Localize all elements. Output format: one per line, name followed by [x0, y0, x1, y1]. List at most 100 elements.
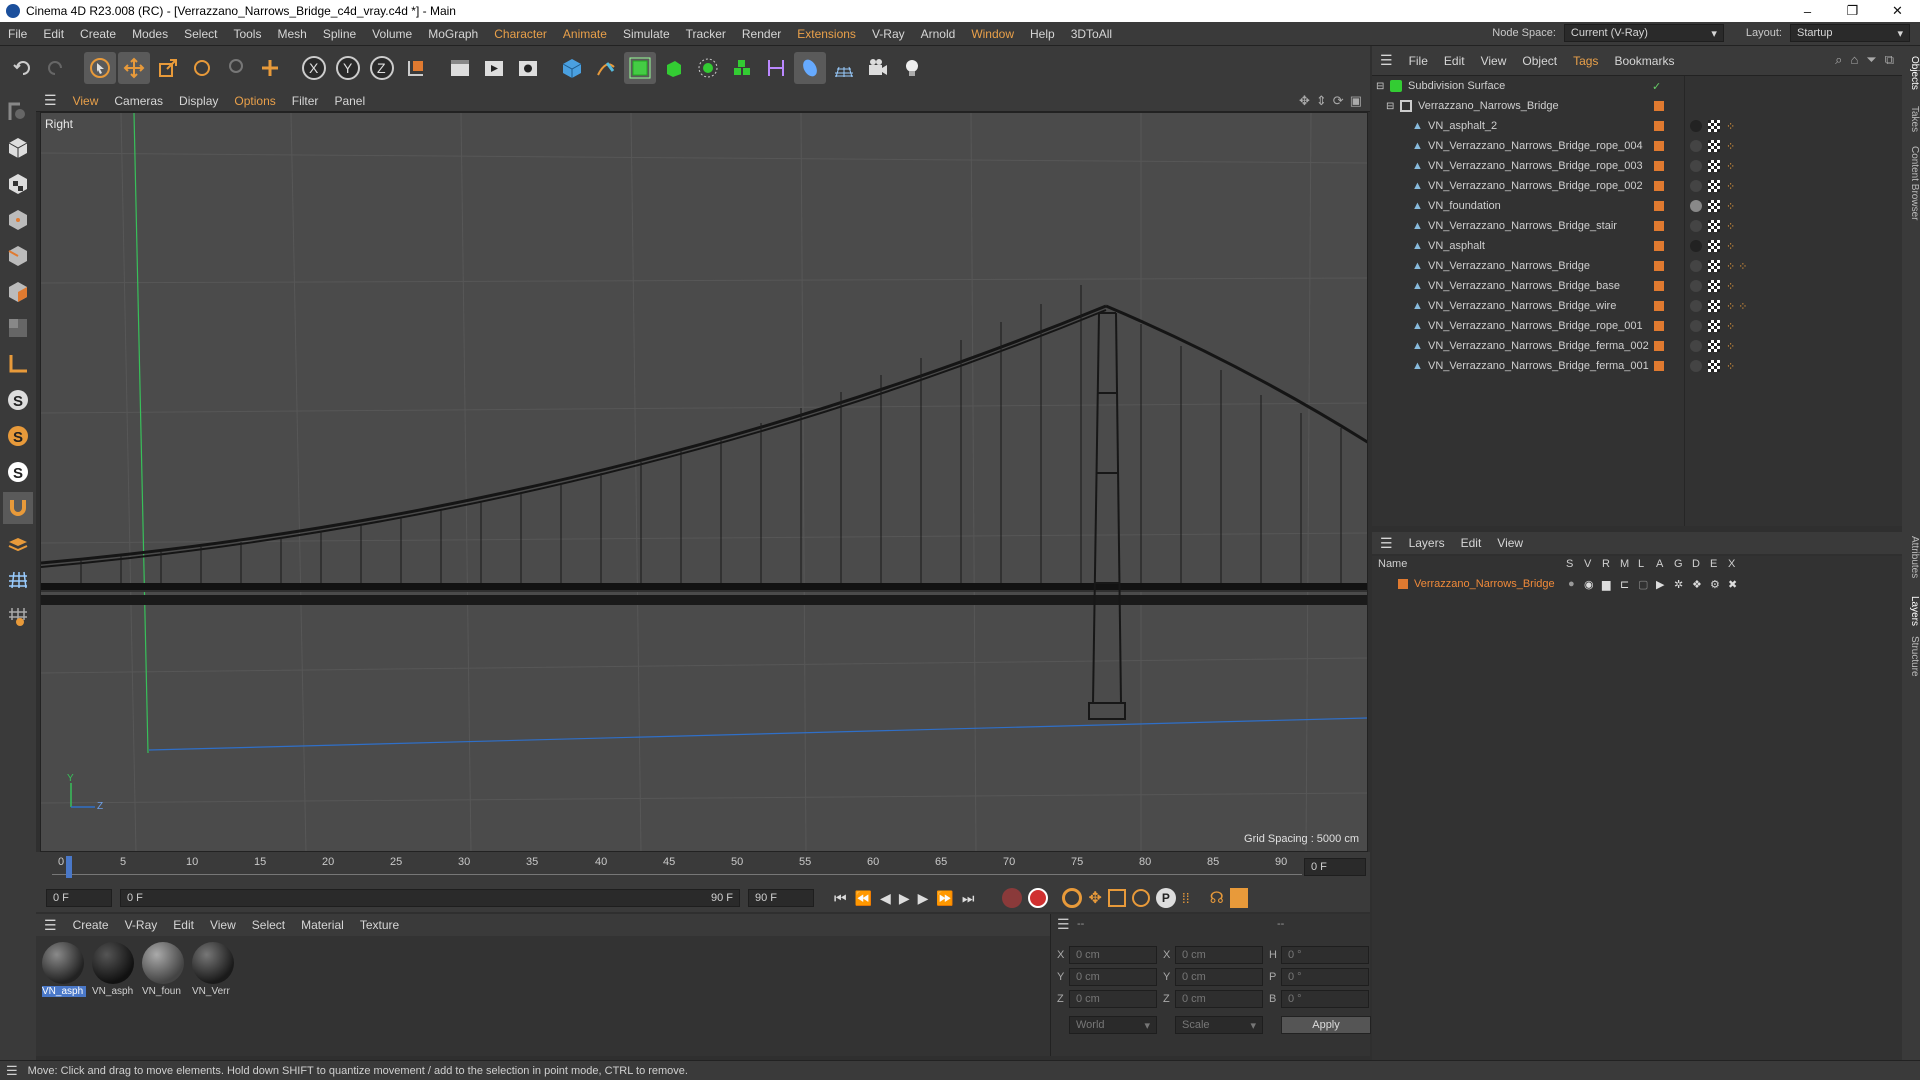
- layer-color-swatch[interactable]: [1654, 361, 1664, 371]
- coordinate-system-button[interactable]: [400, 52, 432, 84]
- rotate-tool-button[interactable]: [186, 52, 218, 84]
- node-space-dropdown[interactable]: Current (V-Ray) ▾: [1563, 24, 1724, 42]
- layer-solo-icon[interactable]: ●: [1568, 578, 1575, 590]
- side-tab-layers[interactable]: Layers: [1902, 596, 1920, 626]
- autokey-icon[interactable]: [1028, 888, 1049, 908]
- layer-color-swatch[interactable]: [1654, 241, 1664, 251]
- material-tag-icon[interactable]: [1690, 280, 1702, 292]
- menu-help[interactable]: Help: [1022, 27, 1063, 41]
- vray-tag-icon[interactable]: ⁘ ⁘: [1726, 260, 1748, 273]
- layer-color-swatch[interactable]: [1654, 321, 1664, 331]
- add-tool-button[interactable]: [254, 52, 286, 84]
- vray-tag-icon[interactable]: ⁘: [1726, 220, 1735, 233]
- viewport-menu-filter[interactable]: Filter: [284, 94, 327, 108]
- vray-tag-icon[interactable]: ⁘: [1726, 240, 1735, 253]
- scale-z-field[interactable]: 0 cm: [1175, 990, 1263, 1008]
- object-row-group[interactable]: ⊟ Verrazzano_Narrows_Bridge: [1372, 96, 1902, 116]
- layer-menu-layers[interactable]: Layers: [1401, 536, 1453, 550]
- apply-button[interactable]: Apply: [1281, 1016, 1371, 1034]
- layer-color-swatch[interactable]: [1654, 281, 1664, 291]
- menu-simulate[interactable]: Simulate: [615, 27, 678, 41]
- layer-xref-icon[interactable]: ✖: [1728, 578, 1737, 591]
- texture-mode-button[interactable]: [3, 168, 33, 200]
- object-row[interactable]: ▲ VN_Verrazzano_Narrows_Bridge_rope_002 ⁘: [1372, 176, 1902, 196]
- max-frame-field[interactable]: 90 F: [748, 889, 814, 907]
- rotation-p-field[interactable]: 0 °: [1281, 968, 1369, 986]
- layer-expressions-icon[interactable]: ⚙: [1710, 578, 1720, 591]
- object-menu-view[interactable]: View: [1473, 54, 1515, 68]
- redo-button[interactable]: [40, 52, 72, 84]
- menu-tools[interactable]: Tools: [225, 27, 269, 41]
- layout-dropdown[interactable]: Startup ▾: [1790, 24, 1910, 42]
- undo-button[interactable]: [6, 52, 38, 84]
- minimize-button[interactable]: –: [1785, 0, 1830, 22]
- material-menu-select[interactable]: Select: [244, 918, 293, 932]
- material-menu-create[interactable]: Create: [65, 918, 117, 932]
- menu-tracker[interactable]: Tracker: [678, 27, 734, 41]
- extrude-button[interactable]: [658, 52, 690, 84]
- record-keys-icon[interactable]: [1002, 888, 1023, 908]
- menu-3dtoall[interactable]: 3DToAll: [1063, 27, 1120, 41]
- material-menu-edit[interactable]: Edit: [165, 918, 202, 932]
- menu-select[interactable]: Select: [176, 27, 225, 41]
- menu-window[interactable]: Window: [963, 27, 1022, 41]
- vray-tag-icon[interactable]: ⁘: [1726, 280, 1735, 293]
- position-y-field[interactable]: 0 cm: [1069, 968, 1157, 986]
- material-tag-icon[interactable]: [1690, 160, 1702, 172]
- layer-color-swatch[interactable]: [1654, 301, 1664, 311]
- new-window-icon[interactable]: ⧉: [1885, 52, 1894, 68]
- coordinate-space-dropdown[interactable]: World ▾: [1069, 1016, 1157, 1034]
- texture-tag-icon[interactable]: [1708, 320, 1720, 332]
- close-button[interactable]: ✕: [1875, 0, 1920, 22]
- material-swatch[interactable]: VN_asph: [92, 942, 136, 997]
- key-parameter-icon[interactable]: P: [1155, 888, 1176, 908]
- render-region-button[interactable]: [444, 52, 476, 84]
- edges-mode-button[interactable]: [3, 240, 33, 272]
- render-view-button[interactable]: [478, 52, 510, 84]
- texture-tag-icon[interactable]: [1708, 200, 1720, 212]
- object-row[interactable]: ▲ VN_foundation ⁘: [1372, 196, 1902, 216]
- layer-menu-edit[interactable]: Edit: [1453, 536, 1490, 550]
- grid-button[interactable]: [3, 564, 33, 596]
- scale-tool-button[interactable]: [152, 52, 184, 84]
- vray-tag-icon[interactable]: ⁘ ⁘: [1726, 300, 1748, 313]
- vray-tag-icon[interactable]: ⁘: [1726, 180, 1735, 193]
- viewport-menu-cameras[interactable]: Cameras: [106, 94, 171, 108]
- workplane-button[interactable]: [3, 348, 33, 380]
- object-menu-object[interactable]: Object: [1514, 54, 1565, 68]
- viewport-zoom-icon[interactable]: ⇕: [1316, 93, 1327, 109]
- hamburger-icon[interactable]: ☰: [6, 1063, 18, 1079]
- polygons-mode-button[interactable]: [3, 276, 33, 308]
- menu-character[interactable]: Character: [486, 27, 555, 41]
- layer-color-swatch[interactable]: [1654, 101, 1664, 111]
- play-icon[interactable]: ▶: [899, 890, 910, 907]
- layer-color-swatch[interactable]: [1654, 181, 1664, 191]
- hamburger-icon[interactable]: ☰: [1372, 52, 1401, 69]
- next-key-icon[interactable]: ⏩: [936, 890, 953, 907]
- material-menu-view[interactable]: View: [202, 918, 244, 932]
- key-rotation-icon[interactable]: [1131, 889, 1150, 907]
- vray-tag-icon[interactable]: ⁘: [1726, 320, 1735, 333]
- live-selection-button[interactable]: [220, 52, 252, 84]
- texture-tag-icon[interactable]: [1708, 360, 1720, 372]
- vray-tag-icon[interactable]: ⁘: [1726, 360, 1735, 373]
- object-row[interactable]: ▲ VN_Verrazzano_Narrows_Bridge_rope_001 ⁘: [1372, 316, 1902, 336]
- hamburger-icon[interactable]: ☰: [1372, 535, 1401, 552]
- layer-color-swatch[interactable]: [1654, 141, 1664, 151]
- magnet-button[interactable]: [3, 492, 33, 524]
- viewport-menu-options[interactable]: Options: [226, 94, 283, 108]
- collapse-icon[interactable]: ⊟: [1376, 81, 1386, 92]
- render-settings-button[interactable]: [512, 52, 544, 84]
- material-tag-icon[interactable]: [1690, 220, 1702, 232]
- layer-color-swatch[interactable]: [1654, 221, 1664, 231]
- subdivision-button[interactable]: [624, 52, 656, 84]
- vray-tag-icon[interactable]: ⁘: [1726, 200, 1735, 213]
- object-row[interactable]: ▲ VN_Verrazzano_Narrows_Bridge_wire ⁘ ⁘: [1372, 296, 1902, 316]
- y-axis-lock-button[interactable]: Y: [332, 52, 364, 84]
- material-tag-icon[interactable]: [1690, 260, 1702, 272]
- z-axis-lock-button[interactable]: Z: [366, 52, 398, 84]
- step-back-icon[interactable]: ◀: [880, 890, 891, 907]
- object-menu-bookmarks[interactable]: Bookmarks: [1606, 54, 1682, 68]
- texture-tag-icon[interactable]: [1708, 280, 1720, 292]
- menu-render[interactable]: Render: [734, 27, 789, 41]
